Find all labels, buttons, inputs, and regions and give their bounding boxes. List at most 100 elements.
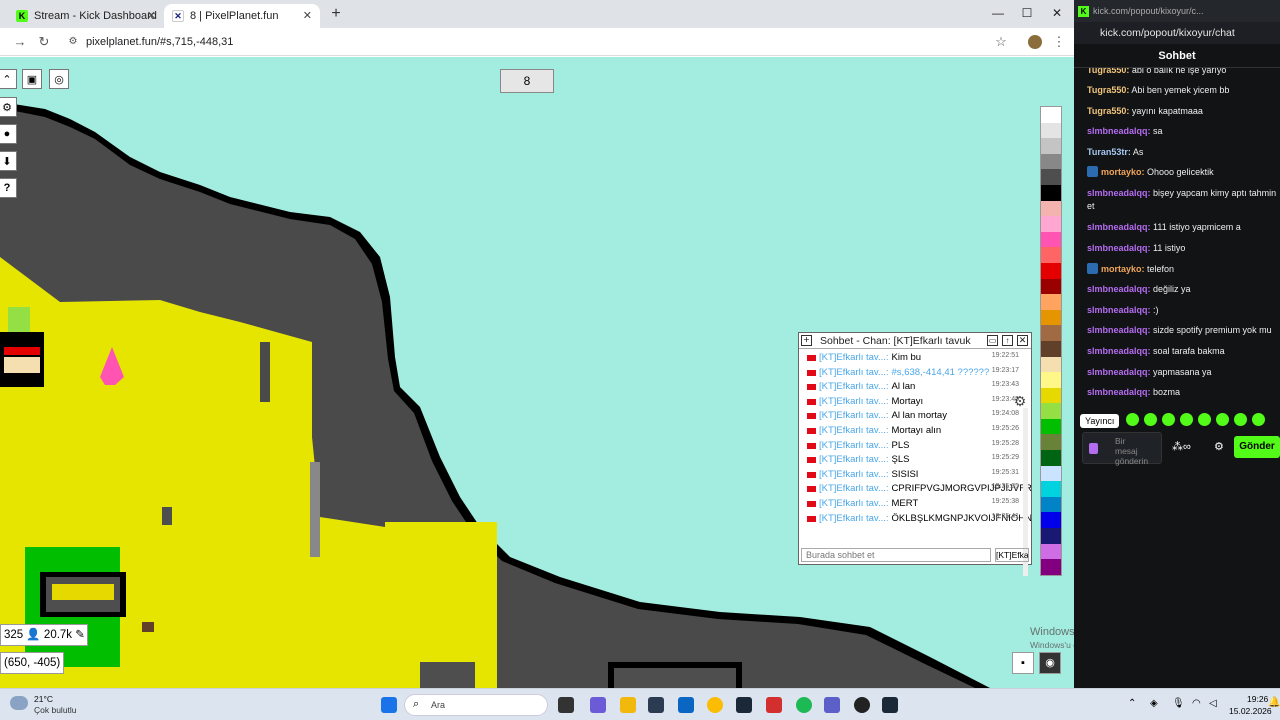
emote-icon[interactable] [1144,413,1157,426]
color-swatch[interactable] [1041,231,1061,248]
color-swatch[interactable] [1041,216,1061,232]
download-icon[interactable]: ⬇ [0,151,17,171]
kick-username[interactable]: mortayko: [1101,167,1145,177]
color-swatch[interactable] [1041,200,1061,217]
color-swatch[interactable] [1041,543,1061,560]
kick-username[interactable]: slmbneadalqq: [1087,325,1151,335]
spotify-icon[interactable] [796,697,812,713]
chat-username[interactable]: [KT]Efkarlı tav...: [819,469,889,480]
color-swatch[interactable] [1041,528,1061,544]
kick-username[interactable]: slmbneadalqq: [1087,284,1151,294]
color-swatch[interactable] [1041,153,1061,170]
minimize-icon[interactable]: — [988,6,1008,20]
forward-icon[interactable]: → [11,34,29,49]
app-icon[interactable] [766,697,782,713]
kick-username[interactable]: Turan53tr: [1087,147,1131,157]
chat-username[interactable]: [KT]Efkarlı tav...: [819,425,889,436]
color-swatch[interactable] [1041,138,1061,154]
color-swatch[interactable] [1041,184,1061,201]
kick-username[interactable]: slmbneadalqq: [1087,126,1151,136]
kick-username[interactable]: slmbneadalqq: [1087,387,1151,397]
kick-username[interactable]: Tugra550: [1087,106,1129,116]
tab-pixelplanet[interactable]: ✕ 8 | PixelPlanet.fun ✕ [164,4,320,28]
chat-window-icon[interactable]: ▭ [987,335,998,346]
color-swatch[interactable] [1041,465,1061,482]
chat-username[interactable]: [KT]Efkarlı tav...: [819,352,889,363]
chat-username[interactable]: [KT]Efkarlı tav...: [819,367,889,378]
color-swatch[interactable] [1041,434,1061,451]
toggle-panel-button[interactable]: ⌃ [0,69,17,89]
emote-icon[interactable] [1198,413,1211,426]
task-view-icon[interactable] [558,697,574,713]
infinity-icon[interactable]: ⁂∞ [1172,440,1191,453]
tab-kick-dashboard[interactable]: K Stream - Kick Dashboard ✕ [8,4,164,28]
chat-input[interactable]: Burada sohbet et [801,548,991,562]
chat-username[interactable]: [KT]Efkarlı tav...: [819,483,889,494]
canvas-number-button[interactable]: 8 [500,69,554,93]
color-swatch[interactable] [1041,387,1061,404]
close-icon[interactable]: ✕ [303,9,312,22]
kick-username[interactable]: slmbneadalqq: [1087,222,1151,232]
chat-maximize-icon[interactable]: ↑ [1002,335,1013,346]
wifi-icon[interactable]: ◠ [1192,698,1201,709]
emote-icon[interactable] [1252,413,1265,426]
color-swatch[interactable] [1041,294,1061,310]
color-swatch[interactable] [1041,278,1061,295]
start-icon[interactable] [381,697,397,713]
color-swatch[interactable] [1041,418,1061,435]
taskbar-search[interactable]: ⌕ Ara [404,694,548,716]
chat-username[interactable]: [KT]Efkarlı tav...: [819,396,889,407]
chat-username[interactable]: [KT]Efkarlı tav...: [819,454,889,465]
close-icon[interactable]: ✕ [147,9,156,22]
chrome-icon[interactable] [707,697,723,713]
weather-temp[interactable]: 21°C [34,694,53,704]
color-swatch[interactable] [1041,107,1061,123]
clock-date[interactable]: 15.02.2026 [1229,706,1272,716]
site-info-icon[interactable]: ⚙ [64,36,82,47]
obs-icon[interactable] [854,697,870,713]
bookmark-star-icon[interactable]: ☆ [992,34,1010,50]
color-swatch[interactable] [1041,496,1061,513]
color-swatch[interactable] [1041,325,1061,341]
color-swatch[interactable] [1041,262,1061,279]
tray-icon[interactable]: ◈ [1150,698,1158,709]
url-field[interactable]: pixelplanet.fun/#s,715,-448,31 [86,36,233,48]
palette-toggle-icon[interactable]: ◉ [1039,652,1061,674]
extension-icon[interactable] [1028,35,1042,49]
color-swatch[interactable] [1041,559,1061,575]
copilot-icon[interactable] [590,697,606,713]
kick-username[interactable]: slmbneadalqq: [1087,367,1151,377]
chat-toggle-icon[interactable]: ▪ [1012,652,1034,674]
kick-username[interactable]: slmbneadalqq: [1087,346,1151,356]
emote-icon[interactable] [1216,413,1229,426]
chat-close-icon[interactable]: ✕ [1017,335,1028,346]
emote-icon[interactable] [1180,413,1193,426]
chat-username[interactable]: [KT]Efkarlı tav...: [819,513,889,524]
color-swatch[interactable] [1041,309,1061,326]
notification-icon[interactable]: 🔔 [1268,697,1280,708]
emote-icon[interactable] [1126,413,1139,426]
gear-icon[interactable]: ⚙ [1214,440,1224,453]
chat-username[interactable]: [KT]Efkarlı tav...: [819,381,889,392]
chat-name-button[interactable]: [KT]Efka [995,548,1029,562]
chat-username[interactable]: [KT]Efkarlı tav...: [819,498,889,509]
color-swatch[interactable] [1041,372,1061,388]
outlook-icon[interactable] [678,697,694,713]
color-swatch[interactable] [1041,481,1061,497]
emote-icon[interactable] [1234,413,1247,426]
send-button[interactable]: Gönder [1234,436,1280,458]
weather-desc[interactable]: Çok bulutlu [34,705,77,715]
file-explorer-icon[interactable] [620,697,636,713]
new-tab-button[interactable]: + [326,4,346,24]
kick-message-input[interactable]: Bir mesaj gönderin [1082,432,1162,466]
volume-icon[interactable]: ◁ [1209,698,1217,709]
store-icon[interactable] [648,697,664,713]
canvas-select-button[interactable]: ▣ [22,69,42,89]
kick-username[interactable]: slmbneadalqq: [1087,188,1151,198]
maximize-icon[interactable]: ☐ [1017,6,1037,20]
steam-icon[interactable] [736,697,752,713]
chat-username[interactable]: [KT]Efkarlı tav...: [819,410,889,421]
chevron-up-icon[interactable]: ⌃ [1128,698,1136,709]
steam-icon[interactable] [882,697,898,713]
color-swatch[interactable] [1041,122,1061,139]
